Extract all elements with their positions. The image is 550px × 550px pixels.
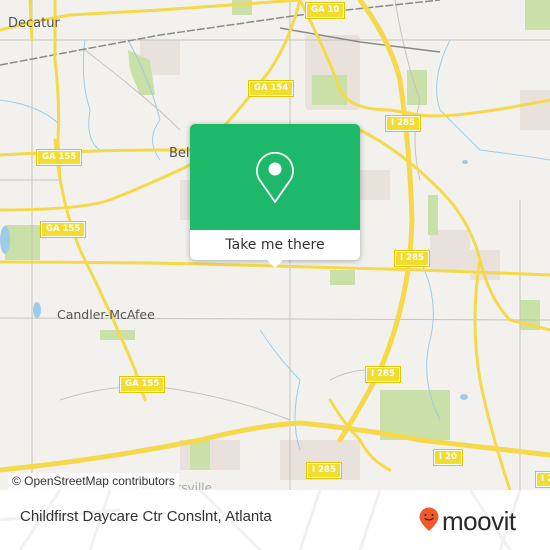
shield-i-20-east: I 20 <box>535 471 550 488</box>
moovit-smiley-pin-icon <box>418 506 440 536</box>
shield-ga-155-west: GA 155 <box>39 221 87 238</box>
popup-pointer <box>267 260 283 268</box>
place-label-candler-mcafee: Candler-McAfee <box>57 307 155 322</box>
shield-ga-10: GA 10 <box>304 2 346 19</box>
shield-i-285-north: I 285 <box>385 115 421 132</box>
shield-i-285-south: I 285 <box>306 462 342 479</box>
shield-ga-155-north: GA 155 <box>35 149 83 166</box>
moovit-logo[interactable]: moovit <box>418 506 516 536</box>
shield-ga-154: GA 154 <box>247 80 295 97</box>
take-me-there-button[interactable]: Take me there <box>190 230 360 260</box>
map-attribution[interactable]: © OpenStreetMap contributors <box>8 473 179 490</box>
popup-header <box>190 124 360 230</box>
destination-popup[interactable]: Take me there <box>190 124 360 268</box>
railway <box>0 0 441 66</box>
place-label-belvedere-park: Belvedere Park <box>169 146 190 161</box>
place-label-decatur: Decatur <box>8 16 60 31</box>
shield-i-285-middle: I 285 <box>394 250 430 267</box>
shield-i-20: I 20 <box>433 449 463 466</box>
shield-i-285-lower: I 285 <box>365 366 401 383</box>
footer-bar: Childfirst Daycare Ctr Conslnt, Atlanta … <box>0 490 550 550</box>
map-view[interactable]: Decatur Belvedere Park Candler-McAfee Pa… <box>0 0 550 490</box>
moovit-wordmark: moovit <box>442 506 516 536</box>
place-title: Childfirst Daycare Ctr Conslnt, Atlanta <box>20 508 272 525</box>
shield-ga-155-south: GA 155 <box>118 376 166 393</box>
